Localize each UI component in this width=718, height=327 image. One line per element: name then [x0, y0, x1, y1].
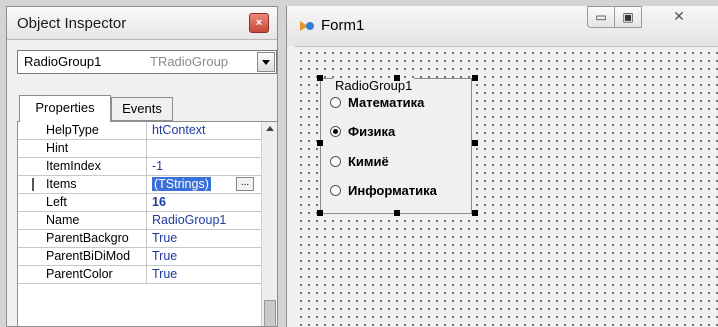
radio-button-icon	[330, 185, 341, 196]
property-row-hint[interactable]: Hint	[18, 140, 262, 158]
property-name: ParentBiDiMod	[46, 249, 131, 263]
component-type: TRadioGroup	[150, 54, 229, 69]
property-row-left[interactable]: Left 16	[18, 194, 262, 212]
tree-marker	[32, 178, 34, 191]
radio-button-checked-icon	[330, 126, 341, 137]
form-icon	[300, 21, 314, 31]
vertical-scrollbar[interactable]	[261, 122, 277, 326]
property-value: True	[152, 231, 178, 245]
scroll-up-icon[interactable]	[266, 126, 274, 131]
resize-handle-e[interactable]	[472, 140, 478, 146]
resize-handle-nw[interactable]	[317, 75, 323, 81]
property-name: HelpType	[46, 123, 99, 137]
tab-properties[interactable]: Properties	[19, 95, 111, 122]
property-name: Name	[46, 213, 80, 227]
object-inspector-window: Object Inspector × RadioGroup1 TRadioGro…	[6, 6, 278, 327]
property-name: ParentBackgro	[46, 231, 129, 245]
property-grid: HelpType htContext Hint ItemIndex -1 Ite…	[17, 121, 277, 326]
radio-group[interactable]: RadioGroup1 Математика Физика Кимиё Инфо…	[316, 70, 478, 216]
radio-label: Физика	[348, 124, 396, 139]
property-value-selected[interactable]: (TStrings)	[152, 177, 211, 191]
resize-handle-se[interactable]	[472, 210, 478, 216]
radio-button-icon	[330, 156, 341, 167]
radio-label: Информатика	[348, 183, 437, 198]
property-name: ParentColor	[46, 267, 113, 281]
close-icon[interactable]: ✕	[659, 6, 699, 28]
property-row-parentbackground[interactable]: ParentBackgro True	[18, 230, 262, 248]
form1-titlebar[interactable]: Form1 ▭ ▣ ✕	[287, 6, 718, 46]
property-row-helptype[interactable]: HelpType htContext	[18, 122, 262, 140]
form1-title: Form1	[321, 17, 365, 34]
maximize-icon[interactable]: ▣	[614, 6, 642, 28]
property-value: RadioGroup1	[152, 213, 227, 227]
property-name: Hint	[46, 141, 69, 155]
property-row-items[interactable]: Items (TStrings) ...	[18, 176, 262, 194]
resize-handle-s[interactable]	[394, 210, 400, 216]
property-value: True	[152, 249, 178, 263]
property-name: Items	[46, 177, 77, 191]
radio-item-chemistry[interactable]: Кимиё	[330, 153, 480, 171]
resize-handle-ne[interactable]	[472, 75, 478, 81]
scrollbar-thumb[interactable]	[264, 300, 276, 326]
resize-handle-n[interactable]	[394, 75, 400, 81]
object-inspector-titlebar[interactable]: Object Inspector ×	[7, 7, 277, 40]
property-row-itemindex[interactable]: ItemIndex -1	[18, 158, 262, 176]
property-row-name[interactable]: Name RadioGroup1	[18, 212, 262, 230]
radio-item-physics[interactable]: Физика	[330, 123, 480, 141]
radio-group-caption: RadioGroup1	[333, 78, 415, 93]
ellipsis-button[interactable]: ...	[236, 177, 254, 191]
property-value: -1	[152, 159, 164, 173]
radio-label: Кимиё	[348, 154, 389, 169]
radio-item-informatics[interactable]: Информатика	[330, 182, 480, 200]
chevron-down-icon[interactable]	[257, 52, 275, 72]
radio-item-mathematics[interactable]: Математика	[330, 94, 480, 112]
property-name: Left	[46, 195, 67, 209]
resize-handle-w[interactable]	[317, 140, 323, 146]
tab-events[interactable]: Events	[111, 97, 173, 121]
property-value: True	[152, 267, 178, 281]
radio-label: Математика	[348, 95, 425, 110]
resize-handle-sw[interactable]	[317, 210, 323, 216]
property-name: ItemIndex	[46, 159, 101, 173]
property-row-parentcolor[interactable]: ParentColor True	[18, 266, 262, 284]
component-selector[interactable]: RadioGroup1 TRadioGroup	[17, 50, 277, 74]
property-value: htContext	[152, 123, 206, 137]
property-row-parentbidimode[interactable]: ParentBiDiMod True	[18, 248, 262, 266]
object-inspector-title: Object Inspector	[17, 15, 127, 32]
property-value: 16	[152, 195, 166, 209]
component-name: RadioGroup1	[24, 54, 102, 69]
radio-button-icon	[330, 97, 341, 108]
close-icon[interactable]: ×	[249, 13, 269, 33]
minimize-icon[interactable]: ▭	[587, 6, 615, 28]
